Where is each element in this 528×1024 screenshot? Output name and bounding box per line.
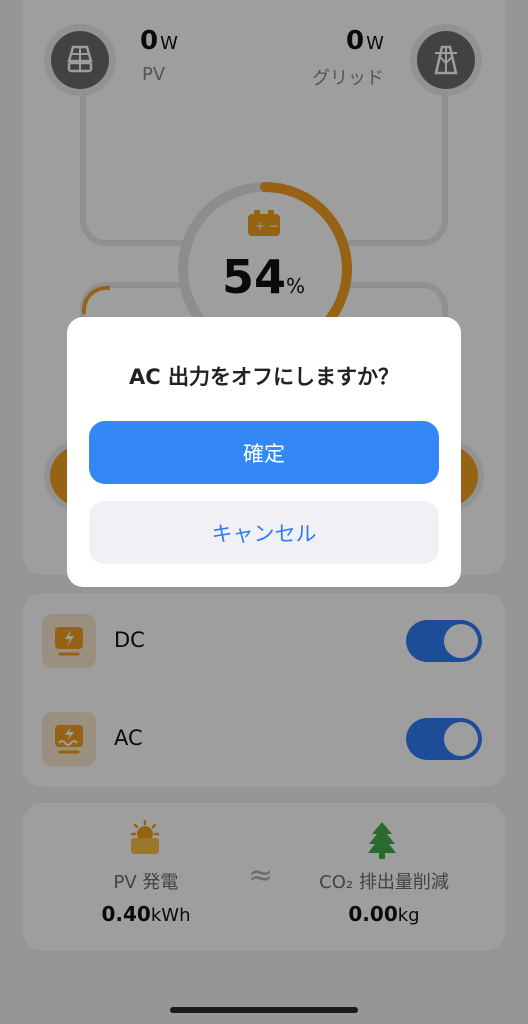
cancel-button[interactable]: キャンセル bbox=[89, 501, 439, 564]
confirm-button[interactable]: 確定 bbox=[89, 421, 439, 484]
dialog-title: AC 出力をオフにしますか？ bbox=[129, 365, 399, 389]
confirm-dialog: AC 出力をオフにしますか？ 確定 キャンセル bbox=[67, 317, 461, 587]
